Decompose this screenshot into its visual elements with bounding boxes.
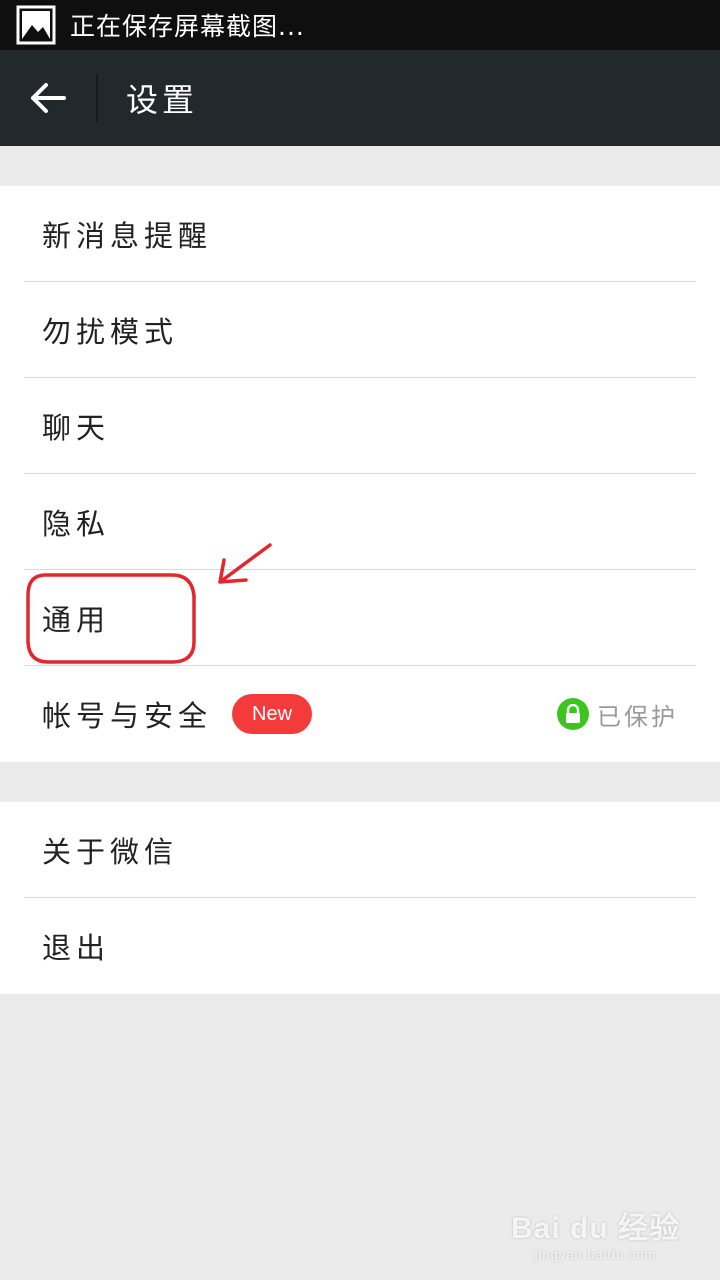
settings-item-about-wechat[interactable]: 关于微信 [0,802,720,898]
action-bar-divider [96,74,98,122]
settings-item-new-message-alert[interactable]: 新消息提醒 [0,186,720,282]
settings-item-general[interactable]: 通用 [0,570,720,666]
settings-item-label: 聊天 [42,411,111,445]
back-button[interactable] [0,50,96,146]
arrow-left-icon [31,83,66,113]
settings-item-label: 隐私 [42,507,111,541]
settings-item-do-not-disturb[interactable]: 勿扰模式 [0,282,720,378]
action-bar: 设置 [0,50,720,146]
settings-item-label: 勿扰模式 [42,315,179,349]
page-title: 设置 [126,81,199,119]
image-icon [16,5,56,45]
status-bar: 正在保存屏幕截图... [0,0,720,50]
watermark-url: jingyan.baidu.com [534,1247,657,1262]
lock-icon [557,698,589,730]
settings-item-label: 新消息提醒 [42,219,213,253]
settings-screen: 正在保存屏幕截图... 设置 新消息提醒 勿扰模式 聊天 隐私 通用 帐号与安全… [0,0,720,1280]
settings-item-account-security[interactable]: 帐号与安全 New 已保护 [0,666,720,762]
watermark: Bai du 经验 jingyan.baidu.com [511,1203,680,1262]
settings-item-label: 关于微信 [42,835,179,869]
settings-item-label: 退出 [42,931,111,965]
settings-group-secondary: 关于微信 退出 [0,802,720,994]
protected-status-text: 已保护 [597,702,678,731]
new-badge: New [232,694,313,734]
watermark-logo: Bai du 经验 [510,1212,680,1245]
settings-group-main: 新消息提醒 勿扰模式 聊天 隐私 通用 帐号与安全 New 已保护 [0,186,720,762]
protection-status: 已保护 [557,697,678,732]
settings-item-label: 帐号与安全 [42,699,213,733]
settings-item-logout[interactable]: 退出 [0,898,720,994]
settings-item-privacy[interactable]: 隐私 [0,474,720,570]
settings-item-chat[interactable]: 聊天 [0,378,720,474]
settings-item-label: 通用 [42,603,111,637]
status-text: 正在保存屏幕截图... [70,12,305,41]
